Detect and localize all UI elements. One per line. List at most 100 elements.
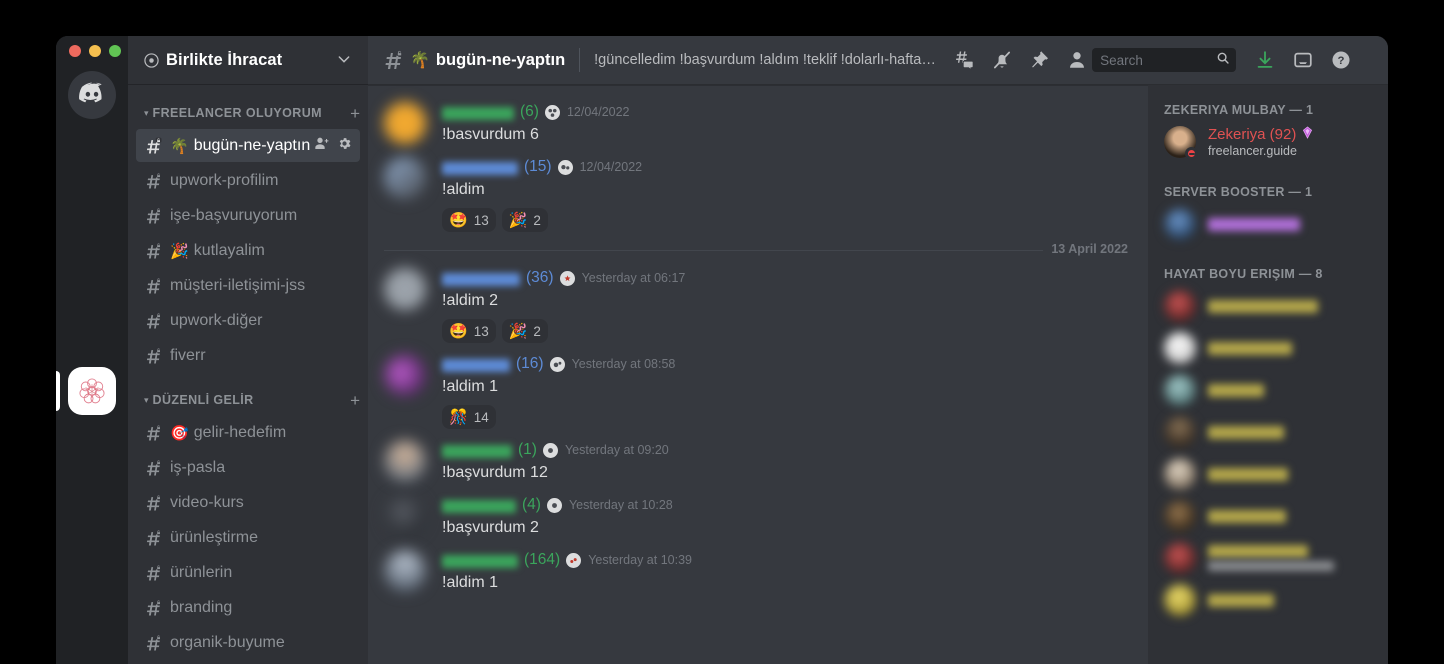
member-group-header: ZEKERIYA MULBAY — 1: [1164, 103, 1314, 117]
pin-icon[interactable]: [1029, 50, 1050, 71]
channel-emoji: 🎉: [170, 242, 189, 260]
sidebar-item-urunlerin[interactable]: ürünlerin: [136, 556, 360, 589]
channel-sidebar: Birlikte İhracat ▾ FREELANCER OLUYORUM +…: [128, 36, 368, 664]
sidebar-item-upwork-profilim[interactable]: upwork-profilim: [136, 164, 360, 197]
date-separator-label: 13 April 2022: [1043, 242, 1132, 256]
search-icon: [1216, 51, 1230, 70]
home-server-button[interactable]: [68, 71, 116, 119]
message-item: (164) Yesterday at 10:39 !aldim 1: [368, 541, 1148, 596]
member-list[interactable]: ZEKERIYA MULBAY — 1 Zekeriya (92) freela…: [1148, 85, 1388, 664]
message-user-count: (4): [522, 496, 541, 513]
page-title: bugün-ne-yaptın: [435, 50, 566, 69]
verified-partner-icon: [144, 52, 159, 68]
maximize-window-button[interactable]: [109, 45, 121, 57]
category-freelancer-oluyorum[interactable]: ▾ FREELANCER OLUYORUM +: [128, 101, 368, 125]
close-window-button[interactable]: [69, 45, 81, 57]
avatar[interactable]: [384, 550, 426, 592]
hash-lock-icon: [144, 598, 164, 618]
sidebar-item-is-pasla[interactable]: iş-pasla: [136, 451, 360, 484]
settings-gear-icon[interactable]: [337, 136, 352, 156]
member-item[interactable]: [1156, 327, 1380, 369]
active-server-indicator: [56, 370, 60, 411]
inbox-download-icon[interactable]: [1254, 49, 1276, 71]
search-input[interactable]: Search: [1092, 48, 1237, 72]
server-rail: [56, 36, 128, 664]
member-item-zekeriya[interactable]: Zekeriya (92) freelancer.guide: [1156, 121, 1380, 163]
sidebar-item-upwork-diger[interactable]: upwork-diğer: [136, 304, 360, 337]
hash-lock-icon: [144, 458, 164, 478]
member-item[interactable]: [1156, 203, 1380, 245]
chevron-down-icon[interactable]: [336, 51, 352, 70]
create-thread-icon[interactable]: [953, 49, 975, 71]
reaction-bar: 🤩 13 🎉 2: [442, 319, 1100, 343]
reaction-pill[interactable]: 🎊 14: [442, 405, 496, 429]
sidebar-item-ise-basvuruyorum[interactable]: işe-başvuruyorum: [136, 199, 360, 232]
sidebar-item-urunlestirme[interactable]: ürünleştirme: [136, 521, 360, 554]
sidebar-item-gelir-hedefim[interactable]: 🎯 gelir-hedefim: [136, 416, 360, 449]
sidebar-item-kutlayalim[interactable]: 🎉 kutlayalim: [136, 234, 360, 267]
add-channel-icon[interactable]: +: [350, 105, 360, 122]
message-timestamp: Yesterday at 10:28: [568, 498, 673, 512]
server-icon-birlikte-ihracat[interactable]: [56, 366, 116, 415]
sidebar-item-video-kurs[interactable]: video-kurs: [136, 486, 360, 519]
channel-list: ▾ FREELANCER OLUYORUM + 🌴 bugün-ne-yaptı…: [128, 85, 368, 664]
member-item[interactable]: [1156, 453, 1380, 495]
channel-label: iş-pasla: [170, 458, 226, 476]
sidebar-item-organik-buyume[interactable]: organik-buyume: [136, 626, 360, 659]
inbox-icon[interactable]: [1292, 49, 1314, 71]
sidebar-item-branding[interactable]: branding: [136, 591, 360, 624]
minimize-window-button[interactable]: [89, 45, 101, 57]
channel-topic[interactable]: !güncelledim !başvurdum !aldım !teklif !…: [594, 52, 939, 68]
reaction-count: 13: [473, 323, 489, 339]
reaction-pill[interactable]: 🎉 2: [501, 319, 548, 343]
category-label: FREELANCER OLUYORUM: [152, 106, 322, 120]
bell-muted-icon[interactable]: [991, 49, 1013, 71]
bot-avatar-icon: [542, 442, 558, 458]
channel-emoji: 🌴: [170, 137, 189, 155]
sidebar-item-musteri-iletisimi-jss[interactable]: müşteri-iletişimi-jss: [136, 269, 360, 302]
avatar[interactable]: [384, 102, 426, 144]
bot-avatar-icon: [566, 552, 582, 568]
guild-header[interactable]: Birlikte İhracat: [128, 36, 368, 85]
reaction-pill[interactable]: 🤩 13: [442, 208, 496, 232]
avatar: [1164, 542, 1196, 574]
bot-avatar-icon: [546, 497, 562, 513]
member-item[interactable]: [1156, 537, 1380, 579]
category-duzenli-gelir[interactable]: ▾ DÜZENLİ GELİR +: [128, 388, 368, 412]
member-item[interactable]: [1156, 579, 1380, 621]
sidebar-item-bugun-ne-yaptin[interactable]: 🌴 bugün-ne-yaptın: [136, 129, 360, 162]
username-redacted: [442, 358, 510, 372]
reaction-pill[interactable]: 🤩 13: [442, 319, 496, 343]
avatar[interactable]: [384, 440, 426, 482]
avatar[interactable]: [384, 495, 426, 537]
message-timestamp: Yesterday at 06:17: [581, 271, 686, 285]
avatar: [1164, 290, 1196, 322]
avatar: [1164, 126, 1198, 160]
add-channel-icon[interactable]: +: [350, 392, 360, 409]
sidebar-item-fiverr[interactable]: fiverr: [136, 339, 360, 372]
channel-label: branding: [170, 598, 233, 616]
help-icon[interactable]: ?: [1330, 49, 1352, 71]
window-traffic-lights: [69, 45, 121, 57]
member-item[interactable]: [1156, 369, 1380, 411]
avatar[interactable]: [384, 268, 426, 310]
message-item: (36) Yesterday at 06:17 !aldim 2 🤩 13 🎉 …: [368, 259, 1148, 345]
bot-avatar-icon: [557, 159, 573, 175]
member-subtitle: freelancer.guide: [1208, 144, 1297, 158]
add-member-icon[interactable]: [314, 135, 330, 156]
message-timestamp: Yesterday at 09:20: [564, 443, 669, 457]
avatar[interactable]: [384, 354, 426, 396]
member-item[interactable]: [1156, 411, 1380, 453]
member-item[interactable]: [1156, 285, 1380, 327]
hash-lock-icon: [144, 136, 164, 156]
message-timestamp: 12/04/2022: [566, 105, 630, 119]
avatar: [1164, 584, 1196, 616]
reaction-emoji: 🎊: [449, 408, 468, 426]
member-item[interactable]: [1156, 495, 1380, 537]
avatar: [1164, 416, 1196, 448]
message-list[interactable]: (6) 12/04/2022 !basvurdum 6 (15) 12/04/2…: [368, 85, 1148, 664]
reaction-pill[interactable]: 🎉 2: [501, 208, 548, 232]
members-icon[interactable]: [1066, 49, 1088, 71]
topbar-right-actions: ?: [1254, 49, 1352, 71]
avatar[interactable]: [384, 157, 426, 199]
